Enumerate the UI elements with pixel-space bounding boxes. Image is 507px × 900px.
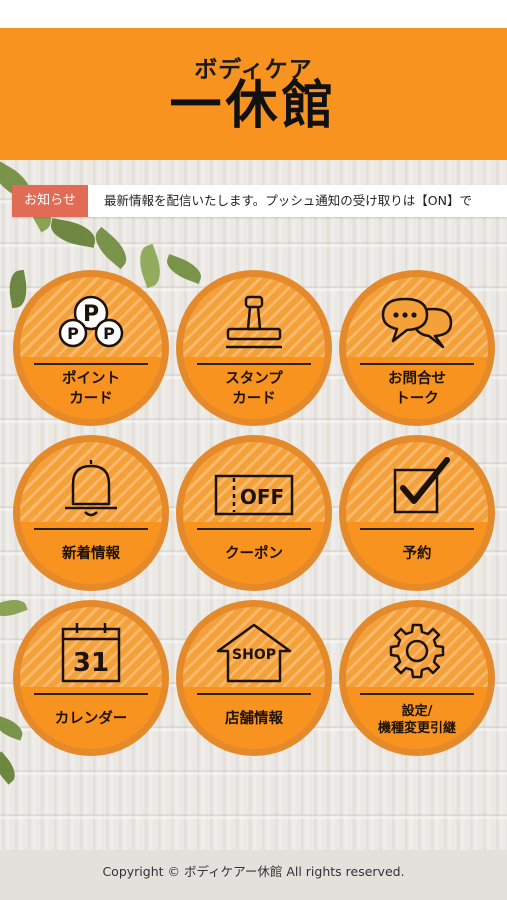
- shop-info-label: 店舗情報: [225, 711, 283, 727]
- stamp-icon: [226, 295, 282, 349]
- bell-icon: [65, 460, 117, 517]
- svg-text:31: 31: [73, 648, 109, 678]
- settings-button[interactable]: 設定/ 機種変更引継: [339, 600, 495, 756]
- reservation-label: 予約: [402, 546, 432, 562]
- point-card-button[interactable]: P P P ポイント カード: [13, 270, 169, 426]
- calendar-button[interactable]: 31 カレンダー: [13, 600, 169, 756]
- leaf-decoration: [0, 751, 21, 785]
- stamp-card-label: スタンプ カード: [225, 371, 283, 407]
- leaf-decoration: [163, 254, 205, 284]
- svg-text:P: P: [83, 302, 99, 327]
- point-card-icon: P P P: [58, 295, 124, 348]
- svg-text:P: P: [103, 324, 115, 343]
- inquiry-talk-button[interactable]: お問合せ トーク: [339, 270, 495, 426]
- gear-icon: [389, 623, 445, 679]
- app-header: ボディケア 一休館: [0, 28, 507, 160]
- leaf-decoration: [88, 226, 134, 270]
- news-text: 最新情報を配信いたします。プッシュ通知の受け取りは【ON】で: [104, 193, 472, 208]
- brand-logo-text: 一休館: [169, 75, 338, 136]
- news-info-button[interactable]: 新着情報: [13, 435, 169, 591]
- stamp-card-button[interactable]: スタンプ カード: [176, 270, 332, 426]
- news-ticker[interactable]: お知らせ 最新情報を配信いたします。プッシュ通知の受け取りは【ON】で: [12, 185, 507, 217]
- svg-text:SHOP: SHOP: [232, 647, 276, 663]
- copyright-text: Copyright © ボディケアー休館 All rights reserved…: [102, 864, 405, 879]
- news-label: お知らせ: [12, 185, 88, 217]
- chat-bubbles-icon: [381, 297, 453, 349]
- leaf-decoration: [133, 243, 167, 289]
- inquiry-talk-label: お問合せ トーク: [388, 371, 446, 407]
- shop-info-button[interactable]: SHOP 店舗情報: [176, 600, 332, 756]
- reservation-button[interactable]: 予約: [339, 435, 495, 591]
- coupon-button[interactable]: OFF クーポン: [176, 435, 332, 591]
- shop-icon: SHOP: [216, 623, 292, 683]
- settings-label: 設定/ 機種変更引継: [377, 704, 456, 736]
- status-bar: [0, 0, 507, 28]
- news-info-label: 新着情報: [62, 546, 120, 562]
- calendar-label: カレンダー: [54, 711, 128, 727]
- coupon-icon: OFF: [214, 474, 294, 516]
- checkbox-icon: [393, 457, 450, 514]
- svg-text:OFF: OFF: [240, 485, 284, 509]
- leaf-decoration: [0, 594, 28, 622]
- svg-text:P: P: [67, 324, 79, 343]
- calendar-icon: 31: [61, 623, 121, 683]
- point-card-label: ポイント カード: [62, 371, 120, 407]
- coupon-label: クーポン: [225, 546, 283, 562]
- leaf-decoration: [48, 218, 98, 248]
